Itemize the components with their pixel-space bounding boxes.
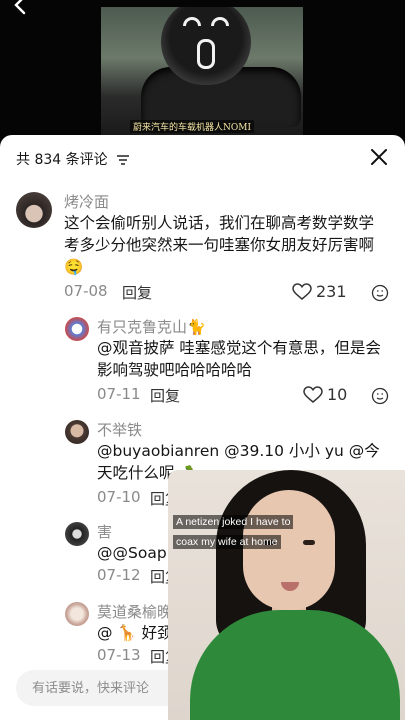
- comment-author[interactable]: 有只克鲁克山🐈: [97, 316, 206, 337]
- presenter-overlay: A netizen joked I have to coax my wife a…: [168, 470, 405, 720]
- comments-header: 共 834 条评论: [0, 135, 405, 181]
- avatar[interactable]: [65, 420, 89, 444]
- reply-button[interactable]: 回复: [150, 385, 180, 406]
- emoji-reaction-icon[interactable]: [371, 387, 389, 405]
- emoji-reaction-icon[interactable]: [371, 284, 389, 302]
- comment-count-title: 共 834 条评论: [16, 149, 130, 169]
- overlay-caption: A netizen joked I have to coax my wife a…: [173, 510, 313, 550]
- robot-eye: [211, 17, 229, 26]
- comment-date: 07-13: [97, 646, 141, 664]
- comment-count-label: 共 834 条评论: [16, 152, 108, 168]
- back-arrow-icon[interactable]: [8, 0, 34, 20]
- avatar[interactable]: [65, 317, 89, 341]
- video-thumbnail: [101, 7, 303, 135]
- overlay-caption-text: A netizen joked I have to coax my wife a…: [173, 515, 294, 549]
- comment-date: 07-11: [97, 385, 141, 403]
- video-caption: 蔚来汽车的车载机器人NOMI: [130, 120, 255, 133]
- avatar[interactable]: [65, 602, 89, 626]
- comment-date: 07-10: [97, 488, 141, 506]
- like-button[interactable]: 10: [303, 385, 347, 404]
- sort-icon[interactable]: [117, 155, 130, 165]
- avatar[interactable]: [65, 522, 89, 546]
- comment-author[interactable]: 害: [97, 521, 112, 542]
- presenter-mouth: [281, 582, 299, 591]
- like-count: 10: [327, 385, 348, 404]
- comment-text: 这个会偷听别人说话，我们在聊高考数学数学考多少分他突然来一句哇塞你女朋友好厉害啊…: [64, 214, 375, 276]
- reply-button[interactable]: 回复: [122, 282, 152, 303]
- presenter-face: [243, 490, 335, 610]
- video-area[interactable]: 蔚来汽车的车载机器人NOMI: [0, 0, 405, 150]
- heart-icon: [303, 385, 323, 403]
- comment-date: 07-08: [64, 282, 108, 300]
- like-count: 231: [316, 282, 347, 301]
- robot-eye: [183, 17, 201, 26]
- like-button[interactable]: 231: [292, 282, 347, 301]
- close-icon[interactable]: [369, 147, 389, 167]
- robot-mouth: [197, 39, 215, 69]
- heart-icon: [292, 282, 312, 300]
- comment-text: @观音披萨 哇塞感觉这个有意思，但是会影响驾驶吧哈哈哈哈哈: [97, 339, 381, 379]
- avatar[interactable]: [16, 192, 52, 228]
- comment-date: 07-12: [97, 566, 141, 584]
- comment-author[interactable]: 烤冷面: [64, 191, 109, 212]
- comment-author[interactable]: 不举铁: [97, 419, 142, 440]
